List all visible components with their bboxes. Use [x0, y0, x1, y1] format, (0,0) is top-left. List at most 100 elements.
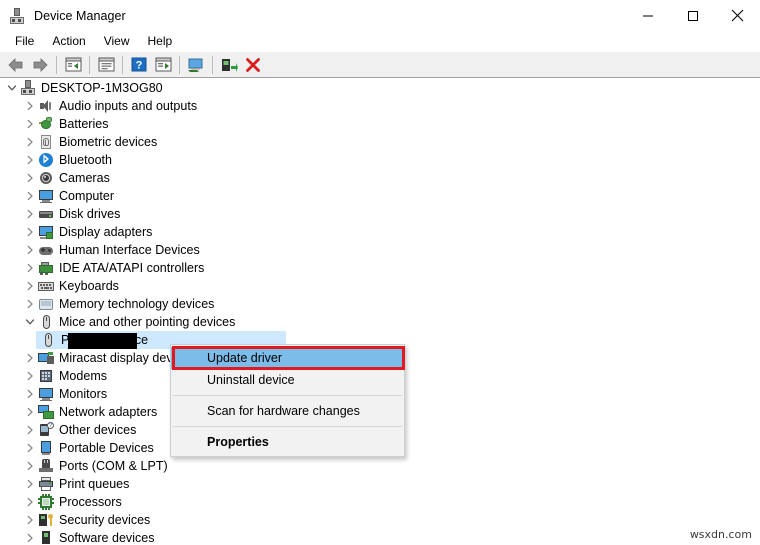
- tree-item-label: DESKTOP-1M3OG80: [41, 81, 163, 95]
- tree-item-mice[interactable]: Mice and other pointing devices: [0, 313, 760, 331]
- chevron-right-icon[interactable]: [22, 152, 38, 168]
- forward-button[interactable]: [28, 53, 52, 77]
- context-menu-separator: [173, 426, 402, 427]
- window-controls: [625, 0, 760, 31]
- tree-item-label: Biometric devices: [59, 135, 158, 149]
- toolbar-separator: [179, 55, 180, 74]
- device-tree[interactable]: DESKTOP-1M3OG80 Audio inputs and outputs…: [0, 79, 760, 545]
- context-menu[interactable]: Update driver Uninstall device Scan for …: [170, 344, 405, 457]
- tree-item-label: Keyboards: [59, 279, 119, 293]
- chevron-right-icon[interactable]: [22, 530, 38, 545]
- menu-bar: File Action View Help: [0, 31, 760, 52]
- chevron-right-icon[interactable]: [22, 458, 38, 474]
- chevron-right-icon[interactable]: [22, 134, 38, 150]
- chevron-right-icon[interactable]: [22, 476, 38, 492]
- close-button[interactable]: [715, 0, 760, 31]
- tree-item-label: Human Interface Devices: [59, 243, 200, 257]
- uninstall-device-button[interactable]: [241, 53, 265, 77]
- properties-button[interactable]: [94, 53, 118, 77]
- tree-item-processors[interactable]: Processors: [0, 493, 760, 511]
- context-menu-item-scan-hardware-changes[interactable]: Scan for hardware changes: [171, 400, 404, 422]
- tree-item-audio[interactable]: Audio inputs and outputs: [0, 97, 760, 115]
- tree-item-label: Mice and other pointing devices: [59, 315, 236, 329]
- chevron-right-icon[interactable]: [22, 404, 38, 420]
- network-adapter-icon: [38, 404, 54, 420]
- chevron-right-icon[interactable]: [22, 494, 38, 510]
- tree-item-cameras[interactable]: Cameras: [0, 169, 760, 187]
- window-title: Device Manager: [34, 8, 126, 23]
- chevron-right-icon[interactable]: [22, 116, 38, 132]
- tree-item-biometric[interactable]: Biometric devices: [0, 133, 760, 151]
- chevron-right-icon[interactable]: [22, 440, 38, 456]
- chevron-right-icon[interactable]: [22, 296, 38, 312]
- chevron-right-icon[interactable]: [22, 224, 38, 240]
- maximize-button[interactable]: [670, 0, 715, 31]
- bluetooth-icon: [38, 152, 54, 168]
- help-button[interactable]: ?: [127, 53, 151, 77]
- toolbar-separator: [122, 55, 123, 74]
- chevron-down-icon[interactable]: [22, 314, 38, 330]
- chevron-right-icon[interactable]: [22, 242, 38, 258]
- tree-item-root[interactable]: DESKTOP-1M3OG80: [0, 79, 760, 97]
- tree-item-software-devices[interactable]: Software devices: [0, 529, 760, 545]
- modem-icon: [38, 368, 54, 384]
- tree-item-keyboards[interactable]: Keyboards: [0, 277, 760, 295]
- chevron-right-icon[interactable]: [22, 512, 38, 528]
- chevron-right-icon[interactable]: [22, 260, 38, 276]
- chevron-right-icon[interactable]: [22, 188, 38, 204]
- tree-item-label: Batteries: [59, 117, 109, 131]
- tree-item-label: Modems: [59, 369, 108, 383]
- printer-icon: [38, 476, 54, 492]
- menu-file[interactable]: File: [6, 32, 43, 51]
- tree-item-batteries[interactable]: Batteries: [0, 115, 760, 133]
- tree-item-label: Software devices: [59, 531, 155, 545]
- tree-item-label: IDE ATA/ATAPI controllers: [59, 261, 205, 275]
- display-adapter-icon: [38, 224, 54, 240]
- toolbar: ?: [0, 52, 760, 78]
- minimize-button[interactable]: [625, 0, 670, 31]
- disk-drive-icon: [38, 206, 54, 222]
- tree-item-computer[interactable]: Computer: [0, 187, 760, 205]
- tree-item-ports[interactable]: Ports (COM & LPT): [0, 457, 760, 475]
- context-menu-item-uninstall-device[interactable]: Uninstall device: [171, 369, 404, 391]
- console-tree-button[interactable]: [61, 53, 85, 77]
- chevron-right-icon[interactable]: [22, 98, 38, 114]
- chevron-right-icon[interactable]: [22, 368, 38, 384]
- chevron-right-icon[interactable]: [22, 350, 38, 366]
- chevron-right-icon[interactable]: [22, 170, 38, 186]
- security-device-icon: [38, 512, 54, 528]
- menu-action[interactable]: Action: [43, 32, 94, 51]
- tree-item-bluetooth[interactable]: Bluetooth: [0, 151, 760, 169]
- update-driver-button[interactable]: [217, 53, 241, 77]
- chevron-right-icon[interactable]: [22, 206, 38, 222]
- chevron-down-icon[interactable]: [4, 80, 20, 96]
- context-menu-item-update-driver[interactable]: Update driver: [171, 347, 404, 369]
- device-manager-icon: [9, 7, 25, 24]
- tree-item-memory-technology[interactable]: Memory technology devices: [0, 295, 760, 313]
- tree-item-label: Other devices: [59, 423, 137, 437]
- chevron-right-icon[interactable]: [22, 422, 38, 438]
- tree-item-label: Processors: [59, 495, 122, 509]
- hid-gamepad-icon: [38, 242, 54, 258]
- context-menu-separator: [173, 395, 402, 396]
- toolbar-separator: [212, 55, 213, 74]
- tree-item-security-devices[interactable]: Security devices: [0, 511, 760, 529]
- tree-item-ide-controllers[interactable]: IDE ATA/ATAPI controllers: [0, 259, 760, 277]
- tree-item-display-adapters[interactable]: Display adapters: [0, 223, 760, 241]
- back-button[interactable]: [4, 53, 28, 77]
- tree-item-hid[interactable]: Human Interface Devices: [0, 241, 760, 259]
- tree-item-label: Ports (COM & LPT): [59, 459, 168, 473]
- context-menu-item-properties[interactable]: Properties: [171, 431, 404, 453]
- tree-item-label: Monitors: [59, 387, 108, 401]
- battery-icon: [38, 116, 54, 132]
- view-button[interactable]: [151, 53, 175, 77]
- chevron-right-icon[interactable]: [22, 386, 38, 402]
- tree-item-disk-drives[interactable]: Disk drives: [0, 205, 760, 223]
- menu-view[interactable]: View: [95, 32, 139, 51]
- menu-help[interactable]: Help: [139, 32, 182, 51]
- tree-item-print-queues[interactable]: Print queues: [0, 475, 760, 493]
- software-device-icon: [38, 530, 54, 545]
- chevron-right-icon[interactable]: [22, 278, 38, 294]
- fingerprint-icon: [38, 134, 54, 150]
- scan-hardware-changes-button[interactable]: [184, 53, 208, 77]
